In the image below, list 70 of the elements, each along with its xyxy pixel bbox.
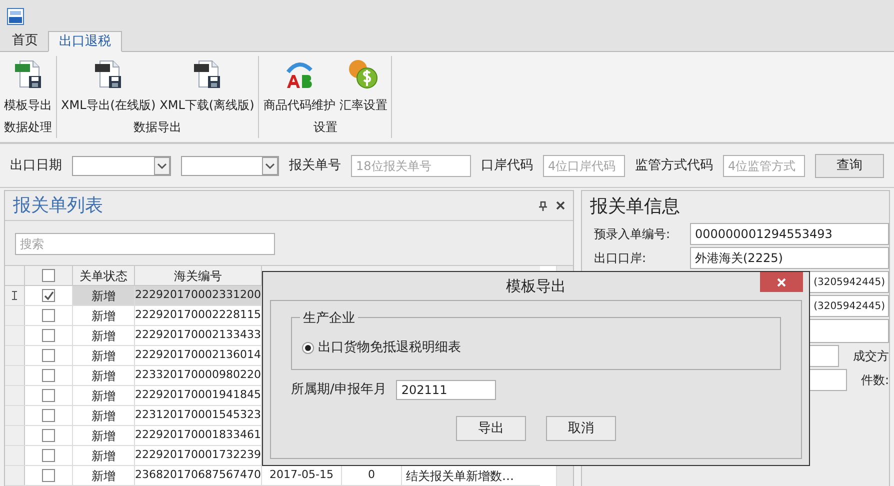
table-cell: 新增 <box>73 386 135 405</box>
filter-input[interactable]: 4位口岸代码 <box>543 154 626 176</box>
pin-icon[interactable] <box>538 200 548 210</box>
close-icon <box>777 278 786 286</box>
coins-icon <box>347 58 380 90</box>
table-cell: 新增 <box>73 366 135 385</box>
row-checkbox[interactable] <box>42 309 55 322</box>
period-input[interactable]: 202111 <box>396 380 496 400</box>
radio-option[interactable]: 出口货物免抵退税明细表 <box>302 338 770 358</box>
table-cell-text: 结关报关单新增数… <box>405 468 515 484</box>
filter-label: 口岸代码 <box>481 156 534 175</box>
table-cell: 新增 <box>73 346 135 365</box>
filter-label: 出口日期 <box>10 156 62 175</box>
table-cell: 新增 <box>73 326 135 345</box>
row-checkbox[interactable] <box>42 429 55 442</box>
close-icon[interactable] <box>556 201 565 210</box>
query-button[interactable]: 查询 <box>815 154 884 178</box>
row-indicator[interactable] <box>5 286 25 305</box>
table-cell: 新增 <box>73 406 135 425</box>
radio-button[interactable] <box>302 342 314 354</box>
table-cell: 新增 <box>73 306 135 325</box>
ribbon-button[interactable]: 汇率设置 <box>337 56 390 118</box>
field-label: 预录入单编号: <box>594 226 672 243</box>
table-cell: 236820170687567470 <box>135 466 262 485</box>
field-label: 出口口岸: <box>594 250 648 267</box>
ribbon-group-label: 数据处理 <box>4 119 52 136</box>
ribbon-tab[interactable]: 首页 <box>2 31 48 51</box>
panel-title: 报关单列表 <box>13 194 104 218</box>
ribbon-button[interactable]: 商品代码维护 <box>261 56 338 118</box>
info-field: 外港海关(2225) <box>690 247 889 269</box>
row-checkbox[interactable] <box>42 369 55 382</box>
table-cell: 新增 <box>73 286 135 305</box>
search-field[interactable]: 搜索 <box>15 233 275 255</box>
dialog-title: 模板导出 <box>506 276 566 297</box>
filter-label: 监管方式代码 <box>635 156 714 175</box>
date-dropdown[interactable] <box>180 156 280 176</box>
row-checkbox[interactable] <box>42 389 55 402</box>
ribbon-tab[interactable]: 出口退税 <box>48 31 122 52</box>
ribbon-button[interactable]: XML导出(在线版) <box>59 56 158 118</box>
row-checkbox[interactable] <box>42 469 55 482</box>
column-header[interactable]: 关单状态 <box>73 266 135 285</box>
dialog-button[interactable]: 取消 <box>546 416 616 441</box>
spreadsheet-file-icon <box>12 58 44 90</box>
text-cursor-icon <box>12 291 17 300</box>
info-field: 000000001294553493 <box>690 223 889 245</box>
ribbon-group-label: 设置 <box>313 119 338 136</box>
ribbon-group-label: 数据导出 <box>134 119 182 136</box>
table-cell: 222920170002331200 <box>135 286 262 305</box>
table-cell: 新增 <box>73 426 135 445</box>
filter-label: 报关单号 <box>289 156 342 175</box>
select-all-checkbox[interactable] <box>42 269 55 282</box>
date-dropdown[interactable] <box>72 156 171 176</box>
panel-title: 报关单信息 <box>589 194 681 218</box>
table-cell: 新增 <box>73 466 135 485</box>
ribbon-button[interactable]: 模板导出 <box>2 56 54 118</box>
close-button[interactable] <box>760 272 803 292</box>
row-checkbox[interactable] <box>42 449 55 462</box>
filter-input[interactable]: 18位报关单号 <box>351 154 472 176</box>
filter-input[interactable]: 4位监管方式 <box>723 154 806 176</box>
row-checkbox[interactable] <box>42 329 55 342</box>
field-label: 成交方 <box>853 348 889 365</box>
table-cell: 新增 <box>73 446 135 465</box>
row-checkbox[interactable] <box>42 409 55 422</box>
row-checkbox[interactable] <box>42 349 55 362</box>
dialog-button[interactable]: 导出 <box>456 416 526 441</box>
row-checkbox[interactable] <box>42 289 55 302</box>
field-label: 所属期/申报年月 <box>291 381 386 400</box>
ribbon-button[interactable]: XML下载(离线版) <box>158 56 256 118</box>
app-logo-icon <box>7 8 24 24</box>
field-label: 件数: <box>860 372 889 389</box>
